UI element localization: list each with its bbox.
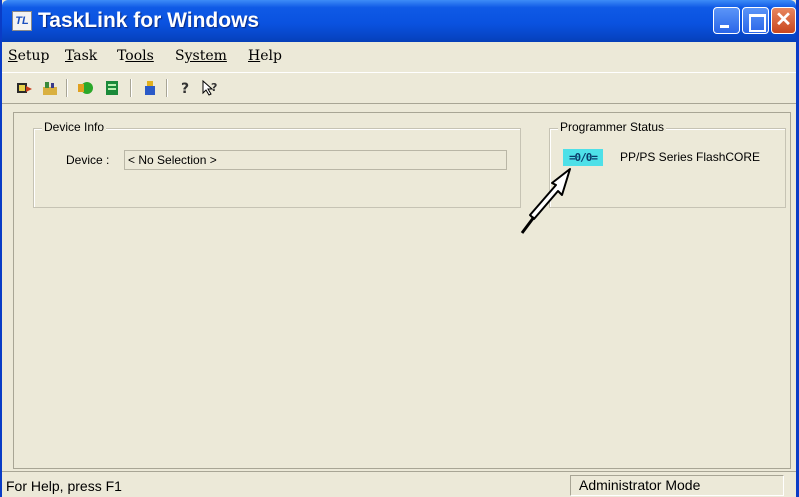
device-field: < No Selection >	[124, 150, 507, 170]
status-help-text: For Help, press F1	[6, 478, 122, 494]
device-info-label: Device Info	[42, 120, 107, 134]
device-field-label: Device :	[66, 153, 110, 167]
programmer-status-label: Programmer Status	[558, 120, 667, 134]
menu-help[interactable]: Help	[248, 48, 282, 64]
close-button[interactable]: ✕	[771, 7, 796, 34]
menu-tools[interactable]: Tools	[117, 48, 154, 64]
close-icon: ✕	[775, 9, 792, 31]
open-task-icon[interactable]	[40, 78, 60, 98]
status-mode-panel: Administrator Mode	[570, 475, 784, 496]
svg-text:?: ?	[181, 81, 189, 97]
window-title: TaskLink for Windows	[38, 9, 260, 32]
toolbar-separator	[66, 79, 68, 97]
menu-system[interactable]: System	[175, 48, 227, 64]
status-bar: For Help, press F1 Administrator Mode	[2, 471, 796, 497]
context-help-icon[interactable]: ?	[200, 78, 220, 98]
task-list-icon[interactable]	[102, 78, 122, 98]
minimize-button[interactable]	[713, 7, 740, 34]
programmer-name: PP/PS Series FlashCORE	[620, 150, 761, 164]
title-bar[interactable]: TL TaskLink for Windows ✕	[2, 0, 796, 42]
maximize-button[interactable]	[742, 7, 769, 34]
run-program-icon[interactable]	[76, 78, 96, 98]
menu-bar: Setup Task Tools System Help	[2, 42, 796, 72]
app-icon[interactable]: TL	[12, 11, 32, 31]
toolbar-separator	[130, 79, 132, 97]
svg-text:?: ?	[211, 81, 217, 94]
app-window: TL TaskLink for Windows ✕ Setup Task Too…	[0, 0, 799, 497]
programmer-status-badge: =0/0=	[563, 149, 603, 166]
toolbar-separator	[166, 79, 168, 97]
help-icon[interactable]: ?	[176, 78, 196, 98]
programmer-status-group: Programmer Status	[549, 120, 786, 208]
device-select-icon[interactable]	[14, 78, 34, 98]
pointer-arrow-icon	[520, 168, 571, 234]
toolbar: ? ?	[2, 72, 796, 104]
menu-setup[interactable]: Setup	[8, 48, 49, 64]
menu-task[interactable]: Task	[65, 48, 97, 64]
programmer-icon[interactable]	[140, 78, 160, 98]
